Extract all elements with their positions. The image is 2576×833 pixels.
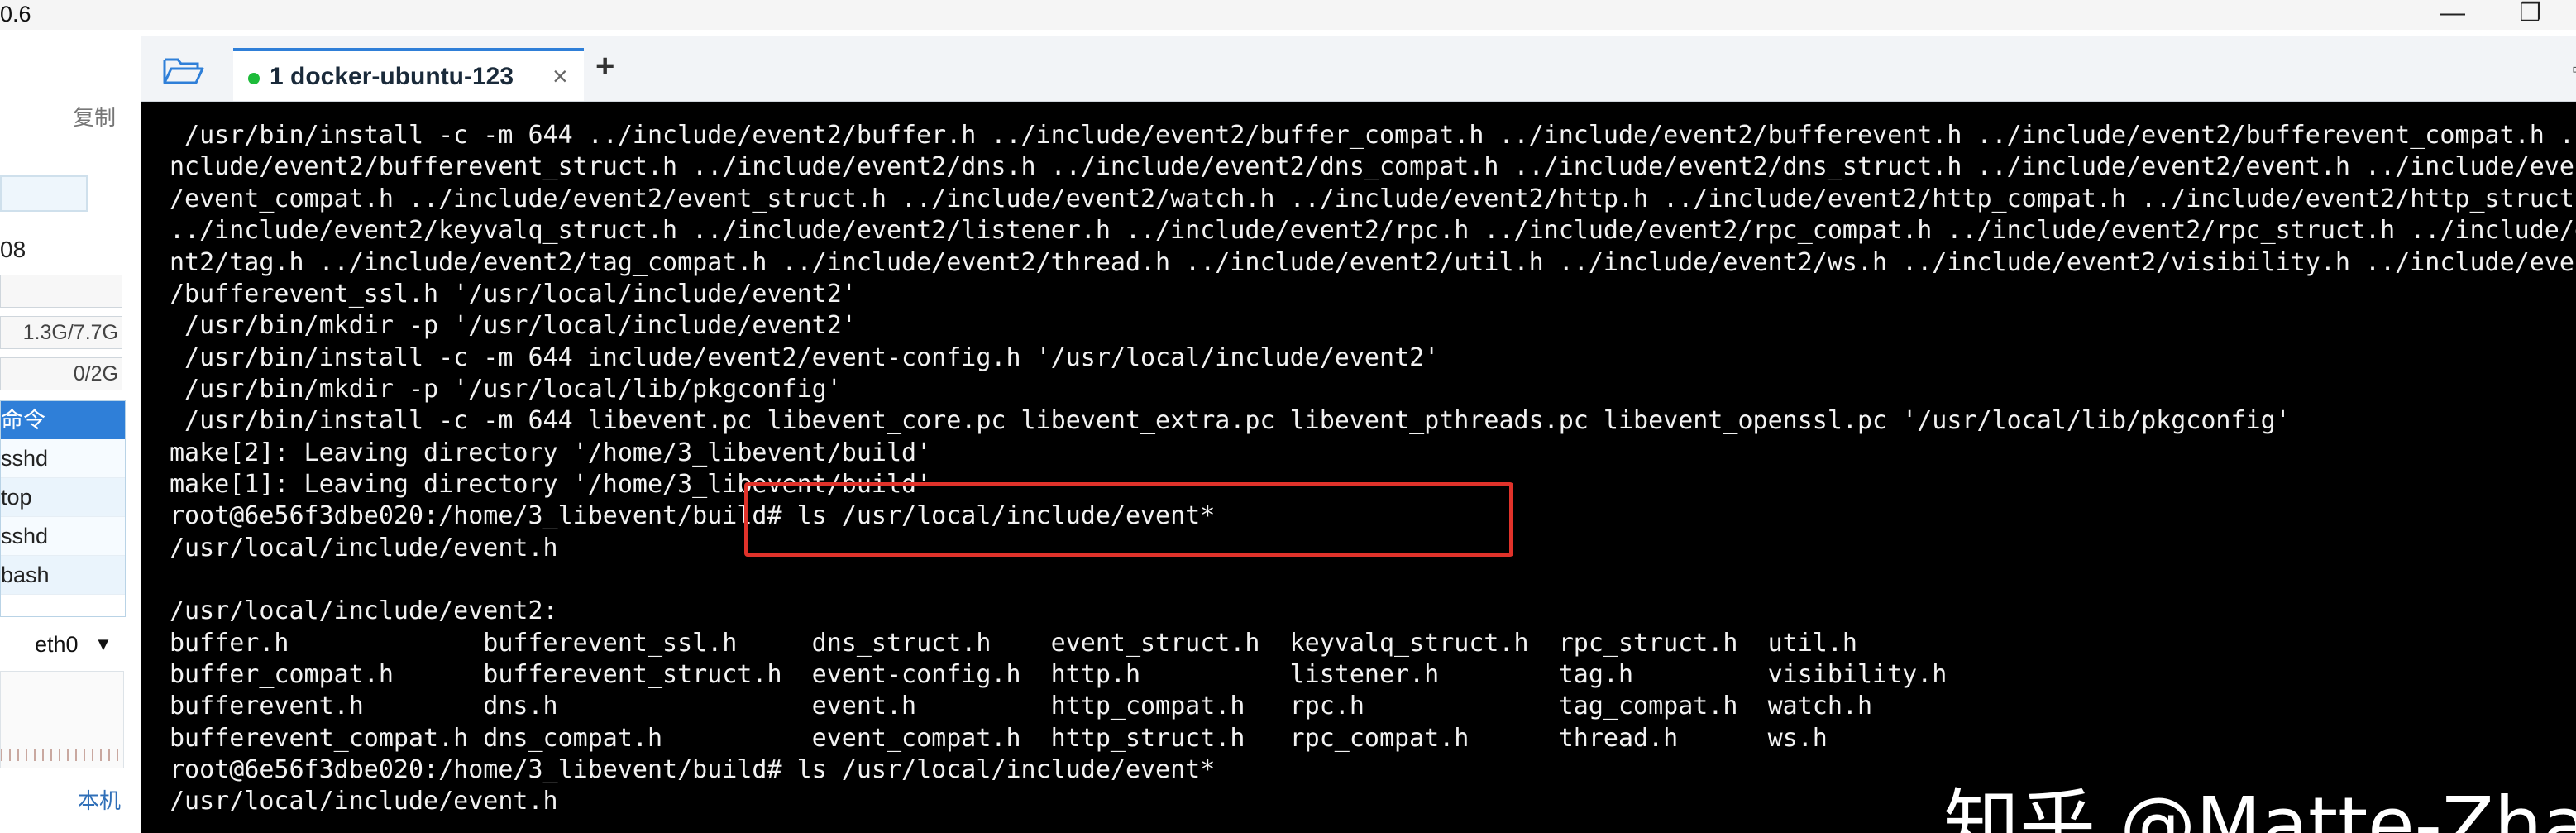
- terminal-line: bufferevent.h dns.h event.h http_compat.…: [170, 692, 1873, 720]
- sidebar: 复制 08 1.3G/7.7G 0/2G 命令 sshd top sshd ba…: [0, 30, 126, 833]
- terminal-line: /usr/bin/mkdir -p '/usr/local/include/ev…: [170, 311, 857, 340]
- network-graph: [0, 671, 124, 768]
- terminal-prompt-line: root@6e56f3dbe020:/home/3_libevent/build…: [170, 755, 1216, 784]
- process-row[interactable]: sshd: [1, 439, 125, 478]
- network-graph-line: [1, 749, 123, 761]
- network-interface-select[interactable]: eth0: [35, 632, 79, 658]
- watermark: 知乎 @Matte-Zhang: [1943, 781, 2576, 833]
- close-icon[interactable]: ×: [552, 61, 568, 92]
- terminal-line: /usr/local/include/event.h: [170, 787, 558, 816]
- minimize-button[interactable]: —: [2428, 0, 2478, 30]
- terminal-line: /usr/bin/install -c -m 644 include/event…: [170, 343, 1440, 372]
- terminal-line: make[2]: Leaving directory '/home/3_libe…: [170, 438, 932, 467]
- process-list-header[interactable]: 命令: [1, 401, 125, 439]
- tab-label: 1 docker-ubuntu-123: [270, 63, 514, 90]
- window-titlebar: 0.6 — ❐: [0, 0, 2576, 30]
- layout-icon[interactable]: ▫: [2572, 56, 2576, 83]
- local-link[interactable]: 本机: [78, 784, 121, 815]
- terminal-line: bufferevent_compat.h dns_compat.h event_…: [170, 724, 1828, 753]
- terminal-line: ../include/event2/keyvalq_struct.h ../in…: [170, 216, 2576, 245]
- process-list: 命令 sshd top sshd bash: [0, 400, 126, 617]
- swap-bar: 0/2G: [0, 357, 122, 390]
- command-highlight-box: [744, 482, 1513, 557]
- chevron-down-icon[interactable]: ▼: [94, 634, 112, 655]
- terminal-line: /usr/local/include/event.h: [170, 534, 558, 563]
- connection-status-icon: [248, 73, 260, 84]
- memory-bar: 1.3G/7.7G: [0, 316, 122, 349]
- terminal-line: /bufferevent_ssl.h '/usr/local/include/e…: [170, 280, 857, 309]
- terminal[interactable]: /usr/bin/install -c -m 644 ../include/ev…: [141, 102, 2576, 833]
- tab-docker-ubuntu-123[interactable]: 1 docker-ubuntu-123 ×: [233, 48, 584, 101]
- terminal-line: /usr/local/include/event2:: [170, 596, 558, 625]
- terminal-line: nclude/event2/bufferevent_struct.h ../in…: [170, 152, 2576, 181]
- terminal-line: /usr/bin/mkdir -p '/usr/local/lib/pkgcon…: [170, 375, 842, 404]
- sidebar-input[interactable]: [0, 175, 88, 212]
- process-row[interactable]: top: [1, 478, 125, 517]
- terminal-line: /usr/bin/install -c -m 644 libevent.pc l…: [170, 406, 2291, 435]
- terminal-line: buffer_compat.h bufferevent_struct.h eve…: [170, 660, 1948, 689]
- terminal-line: buffer.h bufferevent_ssl.h dns_struct.h …: [170, 629, 1857, 658]
- terminal-line: /usr/bin/install -c -m 644 ../include/ev…: [170, 121, 2576, 150]
- process-row[interactable]: bash: [1, 556, 125, 595]
- add-tab-button[interactable]: +: [595, 48, 614, 85]
- cpu-bar: [0, 275, 122, 308]
- tab-bar: 1 docker-ubuntu-123 × + ▫: [141, 36, 2576, 102]
- process-row[interactable]: sshd: [1, 517, 125, 556]
- terminal-line: /event_compat.h ../include/event2/event_…: [170, 184, 2576, 213]
- app-version: 0.6: [0, 2, 31, 26]
- sidebar-number: 08: [0, 237, 26, 262]
- terminal-line: nt2/tag.h ../include/event2/tag_compat.h…: [170, 248, 2576, 277]
- folder-open-icon[interactable]: [162, 53, 205, 88]
- restore-button[interactable]: ❐: [2506, 0, 2555, 30]
- copy-button[interactable]: 复制: [73, 101, 116, 132]
